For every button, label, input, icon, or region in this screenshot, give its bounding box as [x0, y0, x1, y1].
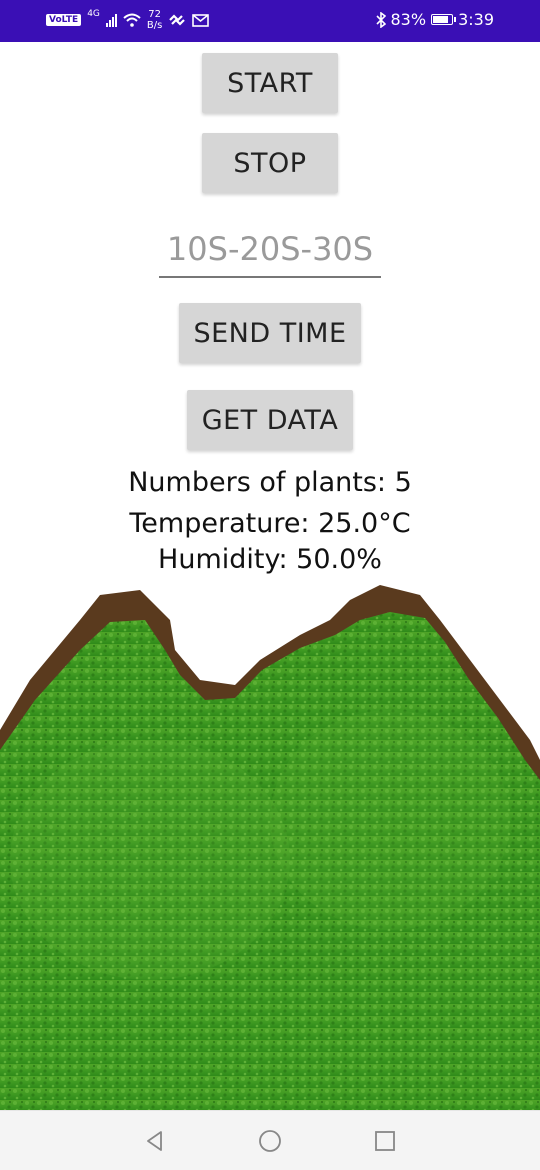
status-bar: VoLTE 4G 72 B/s 83% 3:39: [0, 0, 540, 42]
volte-badge: VoLTE: [46, 14, 82, 26]
battery-icon: [431, 14, 457, 25]
status-left: VoLTE 4G 72 B/s: [46, 9, 210, 31]
status-right: 83% 3:39: [375, 10, 494, 29]
stop-button[interactable]: STOP: [202, 133, 338, 193]
data-saver-icon: [169, 14, 186, 26]
time-input[interactable]: [159, 222, 381, 278]
recents-icon[interactable]: [373, 1129, 397, 1153]
network-speed: 72 B/s: [147, 9, 162, 31]
moss-background-image: [0, 585, 540, 1110]
network-type: 4G: [87, 9, 100, 19]
bluetooth-icon: [375, 11, 386, 28]
battery-percent: 83%: [390, 10, 427, 29]
signal-icon: [105, 13, 117, 27]
plants-count-text: Numbers of plants: 5: [128, 467, 412, 498]
start-button[interactable]: START: [202, 53, 338, 113]
clock: 3:39: [458, 10, 494, 29]
navigation-bar: [0, 1110, 540, 1170]
send-time-button[interactable]: SEND TIME: [179, 303, 361, 363]
wifi-icon: [123, 13, 141, 27]
app-screen: VoLTE 4G 72 B/s 83% 3:39 START STOP 10S-…: [0, 0, 540, 1170]
home-icon[interactable]: [258, 1129, 282, 1153]
temperature-text: Temperature: 25.0°C: [129, 508, 411, 539]
humidity-text: Humidity: 50.0%: [158, 544, 382, 575]
speed-value: 72: [148, 9, 161, 20]
speed-unit: B/s: [146, 20, 163, 31]
mail-icon: [192, 13, 210, 27]
back-icon[interactable]: [143, 1129, 167, 1153]
get-data-button[interactable]: GET DATA: [187, 390, 353, 450]
